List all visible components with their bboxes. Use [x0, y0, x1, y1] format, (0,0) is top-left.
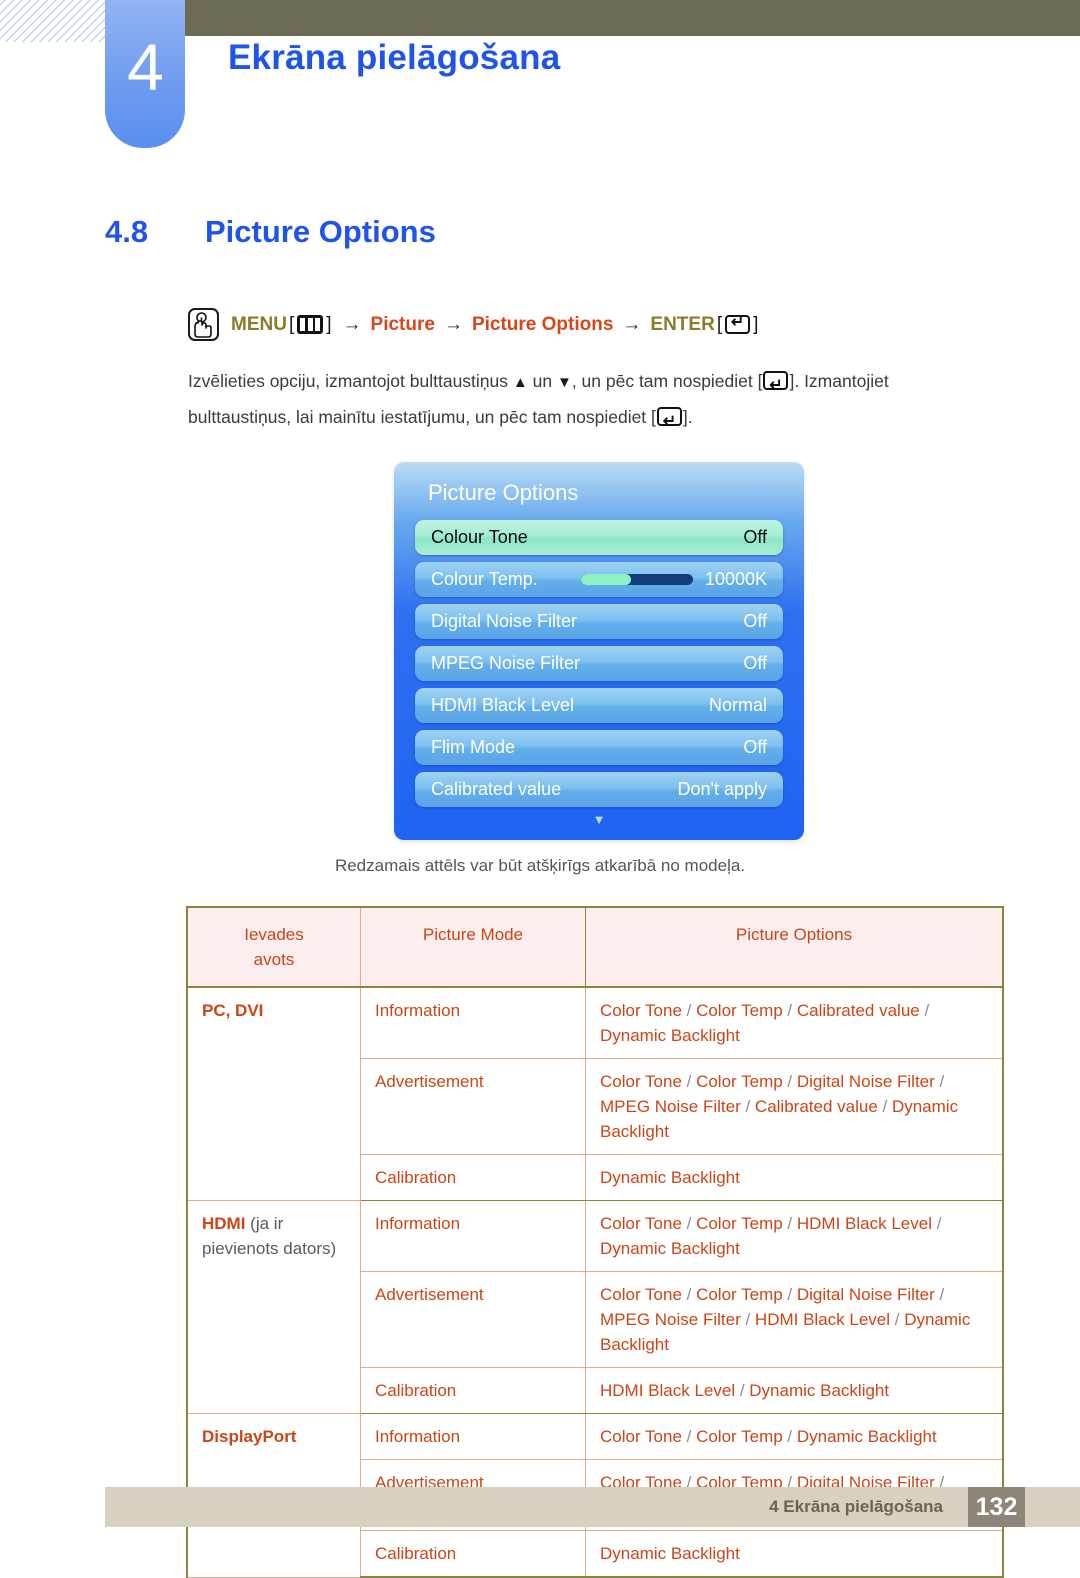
osd-row-value: Off	[743, 653, 767, 673]
osd-row-list: Colour Tone Off Colour Temp. 10000K Digital …	[415, 520, 783, 814]
bracket-open-menu: [	[288, 313, 295, 335]
enter-key-icon-inline-1	[763, 368, 789, 403]
osd-row-label: Colour Temp.	[431, 569, 538, 589]
osd-row-label: HDMI Black Level	[431, 695, 575, 715]
osd-row-label: Flim Mode	[431, 737, 516, 757]
menu-label: MENU	[231, 313, 287, 335]
header-olive-bar	[180, 0, 1080, 36]
table-row: HDMI (ja ir pievienots dators) Informatio…	[186, 1200, 1004, 1414]
table-cell-input-source: HDMI (ja ir pievienots dators)	[186, 1200, 361, 1414]
osd-row[interactable]: MPEG Noise Filter Off	[415, 646, 783, 681]
osd-row[interactable]: HDMI Black Level Normal	[415, 688, 783, 723]
table-cell-picture-mode: Calibration	[360, 1530, 586, 1578]
path-item-picture-options: Picture Options	[471, 313, 614, 335]
table-cell-picture-options: Dynamic Backlight	[585, 1530, 1004, 1578]
table-row: DisplayPort Information Color Tone / Color…	[186, 1413, 1004, 1578]
osd-row[interactable]: Calibrated value Don't apply	[415, 772, 783, 807]
table-cell-picture-options: Dynamic Backlight	[585, 1154, 1004, 1201]
osd-slider[interactable]	[580, 574, 693, 585]
osd-row[interactable]: Flim Mode Off	[415, 730, 783, 765]
path-arrow-2: →	[443, 313, 463, 335]
table-cell-picture-options: HDMI Black Level / Dynamic Backlight	[585, 1367, 1004, 1414]
table-header-row: Ievades avots Picture Mode Picture Optio…	[186, 906, 1004, 988]
input-source-name: HDMI	[202, 1214, 246, 1233]
section-title: Picture Options	[205, 214, 436, 249]
page-number-badge: 132	[968, 1487, 1025, 1527]
figure-caption: Redzamais attēls var būt atšķirīgs atkar…	[334, 856, 746, 875]
table-header: Ievades avots Picture Mode Picture Optio…	[186, 906, 1004, 988]
picture-options-table: Ievades avots Picture Mode Picture Optio…	[186, 906, 1004, 1578]
osd-row[interactable]: Colour Tone Off	[415, 520, 783, 555]
hand-press-icon	[188, 308, 219, 341]
table-cell-picture-options: Color Tone / Color Temp / Dynamic Backli…	[585, 1413, 1004, 1460]
bracket-close-enter: ]	[753, 313, 759, 335]
table-cell-picture-options: Color Tone / Color Temp / Digital Noise …	[585, 1058, 1004, 1155]
enter-key-icon-inline-2	[656, 404, 682, 439]
instruction-paragraph: Izvēlieties opciju, izmantojot bulttaust…	[188, 364, 948, 439]
osd-panel: Picture Options Colour Tone Off Colour Tem…	[394, 462, 804, 840]
enter-key-icon	[725, 312, 751, 334]
table-cell-picture-mode: Advertisement	[360, 1271, 586, 1368]
up-arrow-icon: ▲	[512, 374, 528, 391]
osd-row-label: Colour Tone	[431, 527, 528, 547]
table-row: PC, DVI Information Color Tone / Color Tem…	[186, 986, 1004, 1201]
table-header-picture-mode: Picture Mode	[360, 906, 586, 988]
menu-path-breadcrumb: MENU [ ] → Picture → Picture Options → E…	[188, 308, 760, 341]
menu-key-icon	[297, 315, 324, 334]
instruction-text-b: un	[527, 371, 557, 391]
bracket-open-enter: [	[716, 313, 723, 335]
table-header-picture-options: Picture Options	[585, 906, 1004, 988]
chapter-title: Ekrāna pielāgošana	[228, 38, 561, 77]
osd-row-value: Don't apply	[677, 779, 768, 799]
input-source-name: DisplayPort	[202, 1427, 297, 1446]
section-number: 4.8	[105, 214, 149, 249]
osd-row-value: Off	[743, 527, 767, 547]
decorative-hatch-pattern	[0, 0, 108, 42]
osd-row[interactable]: Digital Noise Filter Off	[415, 604, 783, 639]
table-cell-picture-mode: Information	[360, 1200, 586, 1272]
table-cell-picture-options: Color Tone / Color Temp / Digital Noise …	[585, 1271, 1004, 1368]
table-cell-picture-options: Color Tone / Color Temp / HDMI Black Lev…	[585, 1200, 1004, 1272]
down-arrow-icon: ▼	[556, 374, 572, 391]
enter-label: ENTER	[650, 313, 715, 335]
path-item-picture: Picture	[370, 313, 435, 335]
osd-slider-fill	[580, 574, 632, 585]
instruction-text-c: , un pēc tam nospiediet [	[571, 371, 763, 391]
table-cell-picture-mode: Calibration	[360, 1154, 586, 1201]
table-cell-picture-mode: Information	[360, 986, 586, 1059]
osd-row-label: Digital Noise Filter	[431, 611, 578, 631]
instruction-text-e: ].	[682, 407, 693, 427]
osd-row-value: Off	[743, 611, 767, 631]
osd-row-label: Calibrated value	[431, 779, 562, 799]
osd-row-label: MPEG Noise Filter	[431, 653, 581, 673]
table-cell-picture-mode: Advertisement	[360, 1058, 586, 1155]
osd-row[interactable]: Colour Temp. 10000K	[415, 562, 783, 597]
osd-scroll-down-icon[interactable]: ▼	[394, 813, 804, 826]
table-cell-picture-mode: Information	[360, 1413, 586, 1460]
table-cell-picture-mode: Calibration	[360, 1367, 586, 1414]
table-header-input-source: Ievades avots	[186, 906, 361, 988]
osd-title: Picture Options	[428, 480, 579, 505]
input-source-name: PC, DVI	[202, 1001, 264, 1020]
osd-row-value: 10000K	[704, 569, 767, 589]
header-line-1: Ievades	[244, 925, 304, 944]
table-cell-input-source: PC, DVI	[186, 986, 361, 1201]
osd-row-value: Off	[743, 737, 767, 757]
path-arrow-3: →	[622, 313, 642, 335]
chapter-number: 4	[127, 30, 164, 104]
page-title: 4.8 Picture Options	[105, 214, 436, 250]
bracket-close-menu: ]	[326, 313, 332, 335]
osd-row-value: Normal	[708, 695, 767, 715]
header-line-2: avots	[253, 950, 295, 969]
table-cell-picture-options: Color Tone / Color Temp / Calibrated val…	[585, 986, 1004, 1059]
instruction-text-a: Izvēlieties opciju, izmantojot bulttaust…	[188, 371, 513, 391]
path-arrow-1: →	[342, 313, 362, 335]
footer-chapter-label: 4 Ekrāna pielāgošana	[769, 1497, 943, 1516]
